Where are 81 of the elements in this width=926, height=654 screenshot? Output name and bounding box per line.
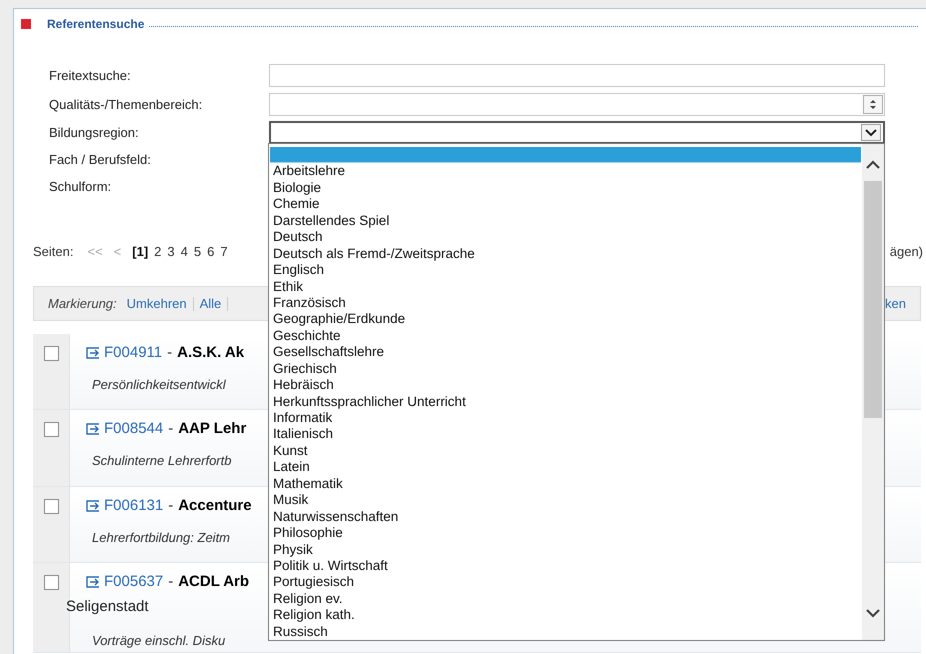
export-icon[interactable] — [86, 576, 100, 588]
field-label: Bildungsregion: — [49, 124, 140, 142]
dropdown-option[interactable]: Französisch — [269, 294, 862, 312]
dropdown-option[interactable]: Italienisch — [269, 426, 862, 443]
result-description: Lehrerfortbildung: Zeitm — [92, 529, 230, 547]
chevron-down-icon[interactable] — [861, 124, 881, 141]
spinner-icon[interactable] — [863, 95, 883, 114]
field-label: Qualitäts-/Themenbereich: — [49, 96, 204, 114]
dropdown-option[interactable]: Darstellendes Spiel — [269, 212, 862, 230]
field-label: Schulform: — [49, 178, 112, 196]
dropdown-option[interactable]: Gesellschaftslehre — [269, 344, 862, 361]
dash-separator: - — [168, 496, 174, 516]
page-info-text: ägen) — [890, 243, 923, 262]
dropdown-option[interactable]: Ethik — [269, 278, 862, 295]
dropdown-option[interactable]: Mathematik — [269, 476, 862, 492]
dropdown-option[interactable]: Hebräisch — [269, 377, 862, 394]
dash-separator: - — [168, 572, 174, 592]
marking-label: Markierung: — [48, 294, 117, 313]
result-title: Seligenstadt — [66, 597, 149, 617]
checkbox[interactable] — [44, 346, 58, 361]
dropdown-option[interactable]: Russisch — [269, 624, 862, 640]
dropdown-option[interactable]: Informatik — [269, 410, 862, 426]
result-description: Vorträge einschl. Disku — [92, 632, 226, 650]
checkbox[interactable] — [44, 575, 58, 590]
result-title: Accenture — [178, 496, 252, 516]
scrollbar[interactable] — [862, 144, 884, 640]
marking-link[interactable]: Umkehren — [126, 294, 187, 314]
dropdown-option[interactable]: Geographie/Erdkunde — [269, 311, 862, 328]
scroll-thumb[interactable] — [864, 181, 882, 418]
dropdown-option[interactable]: Griechisch — [269, 360, 862, 378]
dropdown-option[interactable]: Politik u. Wirtschaft — [269, 558, 862, 574]
dropdown-option[interactable]: Religion kath. — [269, 607, 862, 624]
dash-separator: - — [167, 342, 172, 363]
page-link[interactable]: 6 — [207, 242, 214, 262]
dropdown-option[interactable]: Kunst — [269, 442, 862, 460]
result-id-link[interactable]: F006131 — [104, 494, 164, 518]
checkbox[interactable] — [44, 499, 58, 514]
dropdown-option[interactable]: Arbeitslehre — [269, 163, 862, 180]
dropdown-option[interactable]: Chemie — [269, 196, 862, 213]
dash-separator: - — [168, 418, 174, 439]
dropdown-option[interactable]: Portugiesisch — [269, 574, 862, 591]
panel-title: Referentensuche — [47, 16, 144, 33]
marking-link[interactable]: Alle — [200, 294, 222, 314]
marking-link[interactable]: ken — [885, 294, 906, 314]
dropdown-option[interactable]: Religion ev. — [269, 590, 862, 608]
field-label: Freitextsuche: — [49, 66, 132, 85]
scroll-up-icon[interactable] — [866, 160, 880, 169]
export-icon[interactable] — [86, 347, 100, 359]
dropdown-option[interactable]: Musik — [269, 492, 862, 509]
result-id-link[interactable]: F005637 — [104, 570, 164, 594]
result-title: A.S.K. Ak — [177, 342, 244, 363]
square-bullet-icon — [21, 19, 31, 29]
result-title: AAP Lehr — [178, 418, 246, 439]
page-link[interactable]: 5 — [194, 242, 202, 262]
result-id-link[interactable]: F004911 — [104, 342, 162, 364]
result-title: ACDL Arb — [178, 572, 250, 592]
page-link[interactable]: 3 — [167, 242, 175, 262]
dropdown-option[interactable]: Deutsch — [269, 229, 862, 246]
dropdown-option[interactable]: Physik — [269, 542, 862, 558]
field-label: Fach / Berufsfeld: — [49, 150, 152, 169]
dropdown-option[interactable]: Englisch — [269, 262, 862, 279]
result-description: Persönlichkeitsentwickl — [92, 376, 226, 394]
text-field[interactable] — [269, 64, 885, 87]
export-icon[interactable] — [86, 500, 100, 512]
dropdown-option[interactable]: Naturwissenschaften — [269, 508, 862, 526]
dropdown-option[interactable]: Herkunftssprachlicher Unterricht — [269, 394, 862, 410]
result-id-link[interactable]: F008544 — [104, 418, 164, 440]
page-link[interactable]: 7 — [220, 242, 228, 262]
scroll-down-icon[interactable] — [866, 609, 880, 618]
page-link[interactable]: 2 — [154, 242, 162, 262]
dropdown-option[interactable]: Deutsch als Fremd-/Zweitsprache — [269, 246, 862, 262]
page-link[interactable]: 4 — [180, 242, 188, 262]
pages-label: Seiten: — [33, 243, 74, 262]
dropdown-option[interactable]: Biologie — [269, 180, 862, 196]
dropdown-option[interactable]: Philosophie — [269, 525, 862, 542]
export-icon[interactable] — [86, 423, 100, 435]
result-description: Schulinterne Lehrerfortb — [92, 452, 232, 470]
page-link[interactable]: [1] — [132, 242, 148, 262]
dropdown-option[interactable]: Geschichte — [269, 328, 862, 344]
checkbox[interactable] — [44, 422, 58, 437]
dropdown-option[interactable]: Latein — [269, 459, 862, 476]
